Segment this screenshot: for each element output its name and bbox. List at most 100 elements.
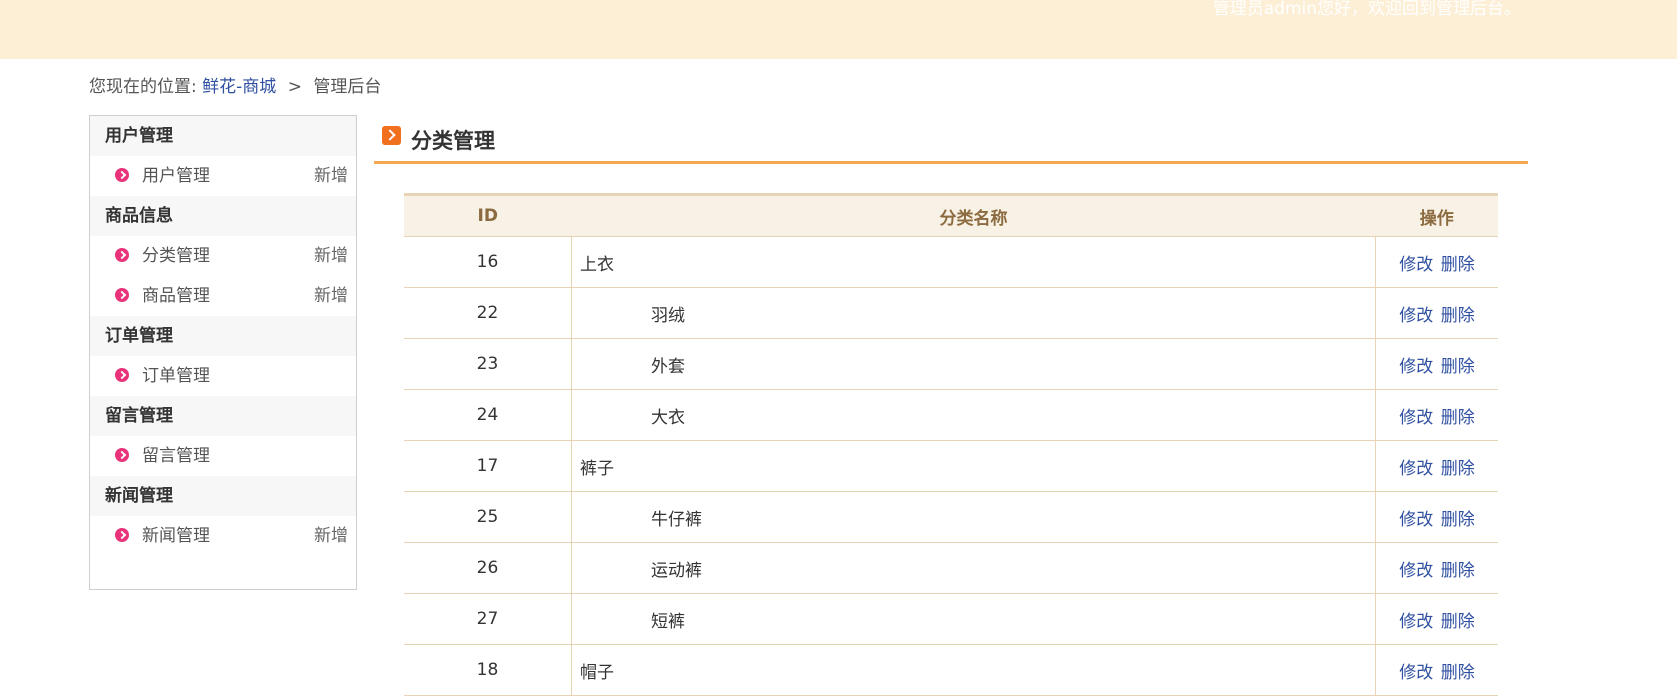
sidebar-item-label[interactable]: 用户管理 [142, 156, 210, 196]
row-actions: 修改 删除 [1375, 287, 1498, 339]
row-actions: 修改 删除 [1375, 542, 1498, 594]
sidebar-add-link[interactable]: 新增 [314, 516, 348, 556]
table-row: 18 帽子 修改 删除 [404, 644, 1498, 696]
sidebar-add-link[interactable]: 新增 [314, 156, 348, 196]
row-actions: 修改 删除 [1375, 338, 1498, 390]
category-name: 运动裤 [651, 560, 702, 581]
category-name: 短裤 [651, 611, 685, 632]
bullet-arrow-icon [115, 528, 129, 542]
sidebar-group-title: 用户管理 [90, 116, 356, 156]
category-name-cell: 外套 [571, 338, 1376, 390]
column-header-name: 分类名称 [571, 193, 1376, 237]
bullet-arrow-icon [115, 368, 129, 382]
sidebar: 用户管理 用户管理 新增 商品信息 分类管理 新增 商品管理 新增 订单管理 订… [89, 115, 357, 590]
category-id: 25 [404, 491, 572, 543]
delete-link[interactable]: 删除 [1441, 306, 1475, 326]
table-row: 16 上衣 修改 删除 [404, 236, 1498, 288]
category-name: 大衣 [651, 407, 685, 428]
welcome-message: 管理员admin您好，欢迎回到管理后台。 [1212, 0, 1521, 19]
category-name-cell: 裤子 [571, 440, 1376, 492]
table-header-row: ID 分类名称 操作 [404, 193, 1498, 237]
table-row: 26 运动裤 修改 删除 [404, 542, 1498, 594]
row-actions: 修改 删除 [1375, 644, 1498, 696]
table-row: 24 大衣 修改 删除 [404, 389, 1498, 441]
sidebar-item-order-management[interactable]: 订单管理 [90, 356, 356, 396]
edit-link[interactable]: 修改 [1399, 306, 1433, 326]
category-id: 24 [404, 389, 572, 441]
edit-link[interactable]: 修改 [1399, 612, 1433, 632]
sidebar-group-title: 留言管理 [90, 396, 356, 436]
sidebar-item-label[interactable]: 分类管理 [142, 236, 210, 276]
category-name: 帽子 [580, 662, 614, 683]
delete-link[interactable]: 删除 [1441, 357, 1475, 377]
bullet-arrow-icon [115, 448, 129, 462]
sidebar-item-label[interactable]: 新闻管理 [142, 516, 210, 556]
category-name-cell: 上衣 [571, 236, 1376, 288]
breadcrumb-prefix: 您现在的位置: [89, 77, 197, 97]
breadcrumb-current: 管理后台 [313, 77, 382, 97]
sidebar-item-user-management[interactable]: 用户管理 新增 [90, 156, 356, 196]
category-name: 外套 [651, 356, 685, 377]
category-id: 18 [404, 644, 572, 696]
edit-link[interactable]: 修改 [1399, 408, 1433, 428]
edit-link[interactable]: 修改 [1399, 510, 1433, 530]
delete-link[interactable]: 删除 [1441, 510, 1475, 530]
bullet-arrow-icon [115, 288, 129, 302]
sidebar-item-label[interactable]: 留言管理 [142, 436, 210, 476]
delete-link[interactable]: 删除 [1441, 663, 1475, 683]
edit-link[interactable]: 修改 [1399, 663, 1433, 683]
table-row: 22 羽绒 修改 删除 [404, 287, 1498, 339]
table-row: 27 短裤 修改 删除 [404, 593, 1498, 645]
row-actions: 修改 删除 [1375, 389, 1498, 441]
bullet-arrow-icon [115, 168, 129, 182]
category-id: 22 [404, 287, 572, 339]
breadcrumb-separator: > [287, 77, 302, 97]
category-name: 上衣 [580, 254, 614, 275]
sidebar-group-title: 商品信息 [90, 196, 356, 236]
column-header-ops: 操作 [1375, 193, 1498, 237]
category-name: 羽绒 [651, 305, 685, 326]
sidebar-item-label[interactable]: 商品管理 [142, 276, 210, 316]
sidebar-add-link[interactable]: 新增 [314, 276, 348, 316]
table-row: 25 牛仔裤 修改 删除 [404, 491, 1498, 543]
category-name-cell: 短裤 [571, 593, 1376, 645]
category-id: 17 [404, 440, 572, 492]
category-id: 23 [404, 338, 572, 390]
row-actions: 修改 删除 [1375, 440, 1498, 492]
sidebar-add-link[interactable]: 新增 [314, 236, 348, 276]
edit-link[interactable]: 修改 [1399, 459, 1433, 479]
sidebar-item-message-management[interactable]: 留言管理 [90, 436, 356, 476]
category-id: 26 [404, 542, 572, 594]
category-name-cell: 大衣 [571, 389, 1376, 441]
sidebar-group-title: 订单管理 [90, 316, 356, 356]
row-actions: 修改 删除 [1375, 491, 1498, 543]
edit-link[interactable]: 修改 [1399, 357, 1433, 377]
delete-link[interactable]: 删除 [1441, 255, 1475, 275]
edit-link[interactable]: 修改 [1399, 255, 1433, 275]
breadcrumb-site-link[interactable]: 鲜花-商城 [202, 77, 276, 97]
column-header-id: ID [404, 193, 572, 237]
category-table: ID 分类名称 操作 16 上衣 修改 删除 22 羽绒 修改 删除 23 外套 修改 删除 24… [404, 193, 1498, 696]
category-name-cell: 牛仔裤 [571, 491, 1376, 543]
edit-link[interactable]: 修改 [1399, 561, 1433, 581]
delete-link[interactable]: 删除 [1441, 459, 1475, 479]
delete-link[interactable]: 删除 [1441, 408, 1475, 428]
category-name: 牛仔裤 [651, 509, 702, 530]
section-header: 分类管理 [374, 117, 1528, 164]
row-actions: 修改 删除 [1375, 593, 1498, 645]
category-name-cell: 运动裤 [571, 542, 1376, 594]
sidebar-item-label[interactable]: 订单管理 [142, 356, 210, 396]
sidebar-item-category-management[interactable]: 分类管理 新增 [90, 236, 356, 276]
page-title: 分类管理 [411, 129, 495, 153]
table-row: 23 外套 修改 删除 [404, 338, 1498, 390]
category-id: 27 [404, 593, 572, 645]
top-banner: 管理员admin您好，欢迎回到管理后台。 [0, 0, 1677, 59]
row-actions: 修改 删除 [1375, 236, 1498, 288]
sidebar-item-news-management[interactable]: 新闻管理 新增 [90, 516, 356, 556]
category-id: 16 [404, 236, 572, 288]
category-name: 裤子 [580, 458, 614, 479]
delete-link[interactable]: 删除 [1441, 612, 1475, 632]
delete-link[interactable]: 删除 [1441, 561, 1475, 581]
category-name-cell: 帽子 [571, 644, 1376, 696]
sidebar-item-product-management[interactable]: 商品管理 新增 [90, 276, 356, 316]
